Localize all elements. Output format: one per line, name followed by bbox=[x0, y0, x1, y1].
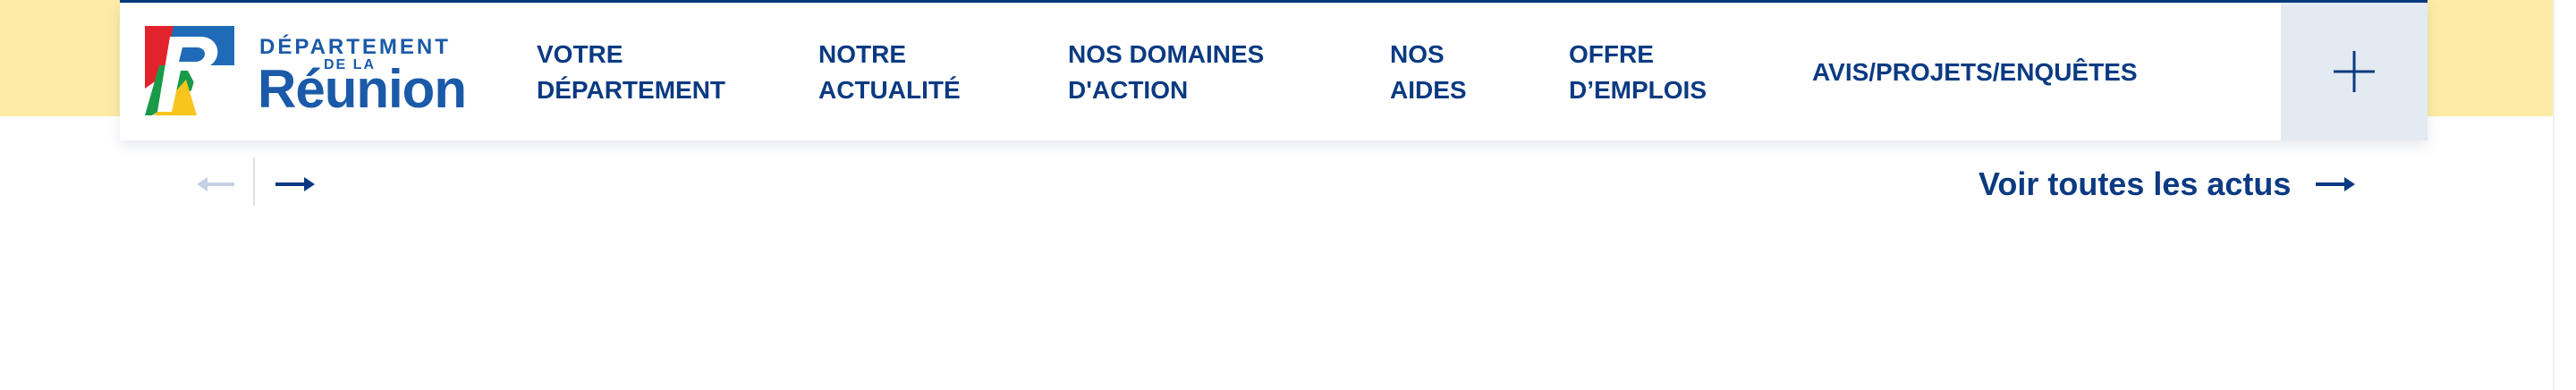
nav-item-nos-aides[interactable]: NOS AIDES bbox=[1390, 37, 1467, 108]
see-all-news-link[interactable]: Voir toutes les actus bbox=[1979, 161, 2356, 208]
nav-item-label-line2: ACTUALITÉ bbox=[818, 76, 961, 104]
logo-text-reunion: Réunion bbox=[258, 59, 467, 119]
nav-item-label-line1: NOS DOMAINES bbox=[1068, 40, 1265, 68]
nav-item-label-line1: AVIS/PROJETS/ENQUÊTES bbox=[1812, 58, 2138, 86]
nav-item-avis-projets-enquetes[interactable]: AVIS/PROJETS/ENQUÊTES bbox=[1812, 55, 2138, 90]
decorative-band-right bbox=[2428, 0, 2553, 116]
decorative-band-left bbox=[0, 0, 125, 116]
logo-text-departement: DÉPARTEMENT bbox=[259, 35, 451, 59]
site-logo[interactable]: DÉPARTEMENT DE LA Réunion bbox=[145, 26, 476, 119]
nav-item-label-line2: AIDES bbox=[1390, 76, 1467, 104]
site-header: DÉPARTEMENT DE LA Réunion VOTRE DÉPARTEM… bbox=[120, 0, 2428, 140]
nav-item-label-line2: D'ACTION bbox=[1068, 76, 1189, 104]
menu-toggle-button[interactable] bbox=[2281, 3, 2428, 140]
page-edge-divider bbox=[2553, 0, 2555, 390]
nav-item-offre-demplois[interactable]: OFFRE D’EMPLOIS bbox=[1569, 37, 1707, 108]
carousel-nav-divider bbox=[253, 157, 255, 206]
arrow-left-icon bbox=[197, 177, 234, 191]
carousel-next-button[interactable] bbox=[270, 161, 317, 208]
nav-item-nos-domaines-daction[interactable]: NOS DOMAINES D'ACTION bbox=[1068, 37, 1264, 108]
plus-icon bbox=[2334, 51, 2375, 92]
nav-item-label-line1: NOTRE bbox=[818, 40, 906, 68]
arrow-right-icon bbox=[275, 177, 315, 191]
nav-item-label-line2: DÉPARTEMENT bbox=[537, 76, 726, 104]
see-all-news-label: Voir toutes les actus bbox=[1979, 165, 2292, 202]
nav-item-notre-actualite[interactable]: NOTRE ACTUALITÉ bbox=[818, 37, 961, 108]
nav-item-votre-departement[interactable]: VOTRE DÉPARTEMENT bbox=[537, 37, 725, 108]
reunion-logo-mark-icon bbox=[145, 26, 234, 115]
arrow-right-icon bbox=[2316, 177, 2356, 191]
nav-item-label-line1: OFFRE bbox=[1569, 40, 1654, 68]
nav-item-label-line1: VOTRE bbox=[537, 40, 623, 68]
nav-item-label-line1: NOS bbox=[1390, 40, 1445, 68]
nav-item-label-line2: D’EMPLOIS bbox=[1569, 76, 1707, 104]
carousel-prev-button[interactable] bbox=[191, 161, 238, 208]
